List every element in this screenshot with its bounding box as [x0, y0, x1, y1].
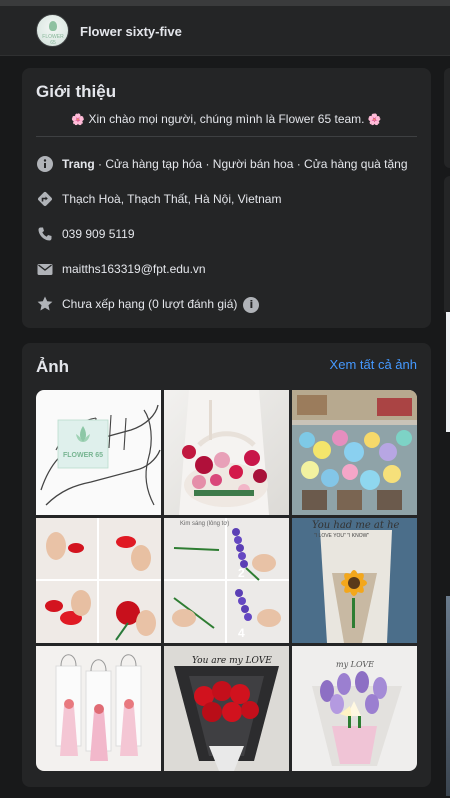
intro-title: Giới thiệu — [36, 82, 117, 101]
star-icon — [37, 296, 53, 311]
lavender-making-image — [164, 518, 289, 643]
category-row: Trang · Cửa hàng tạp hóa · Người bán hoa… — [36, 154, 421, 174]
category-prefix: Trang — [62, 157, 95, 171]
rating-row: Chưa xếp hạng (0 lượt đánh giá) i — [36, 294, 421, 314]
rating-text: Chưa xếp hạng (0 lượt đánh giá) — [62, 297, 238, 312]
adjacent-card — [444, 68, 450, 168]
intro-greeting: 🌸 Xin chào mọi người, chúng mình là Flow… — [22, 112, 431, 126]
gift-bags-image — [55, 654, 142, 761]
photo-tile[interactable] — [164, 390, 289, 515]
adjacent-image — [446, 596, 450, 796]
address-row[interactable]: Thạch Hoà, Thạch Thất, Hà Nội, Vietnam — [36, 189, 421, 209]
greeting-text: Xin chào mọi người, chúng mình là Flower… — [88, 112, 365, 126]
photo-label: my LOVE — [336, 660, 374, 669]
photo-tile[interactable]: You had me at he "I LOVE YOU" "I KNOW" — [292, 518, 417, 643]
photos-card: Ảnh Xem tất cả ảnh FLOWER 65 Kim sáng (l… — [22, 343, 431, 787]
photo-tile[interactable]: You are my LOVE — [164, 646, 289, 771]
photo-label: You are my LOVE — [192, 656, 272, 666]
step-number: 4 — [238, 626, 245, 640]
phone-icon — [38, 227, 52, 241]
photo-tile[interactable] — [292, 390, 417, 515]
adjacent-image — [446, 312, 450, 432]
flower-emoji: 🌸 — [71, 114, 86, 126]
photo-tile[interactable] — [36, 518, 161, 643]
info-small-icon[interactable]: i — [243, 297, 260, 313]
photo-tile[interactable]: Kim sáng (lông tơ) 2 4 — [164, 518, 289, 643]
photos-title: Ảnh — [36, 357, 70, 376]
adjacent-card — [444, 176, 450, 316]
rating-text-wrap: Chưa xếp hạng (0 lượt đánh giá) i — [62, 297, 260, 313]
page-avatar[interactable]: FLOWER 65 — [36, 14, 69, 47]
page-name[interactable]: Flower sixty-five — [80, 24, 182, 39]
see-all-photos-link[interactable]: Xem tất cả ảnh — [330, 357, 417, 372]
step-number: 2 — [238, 566, 245, 580]
flower-basket-image — [179, 390, 269, 515]
photo-tile[interactable] — [36, 646, 161, 771]
petal-making-image — [36, 518, 161, 643]
photo-label: You had me at he — [312, 520, 400, 531]
mail-icon — [37, 264, 53, 275]
phone-text: 039 909 5119 — [62, 227, 135, 241]
photo-label: Kim sáng (lông tơ) — [180, 521, 230, 527]
email-text: maitths163319@fpt.edu.vn — [62, 262, 206, 276]
photo-tile[interactable]: FLOWER 65 — [36, 390, 161, 515]
flower-shop-image — [292, 390, 417, 515]
photo-label: FLOWER 65 — [62, 452, 104, 459]
phone-row[interactable]: 039 909 5119 — [36, 224, 421, 244]
category-list: · Cửa hàng tạp hóa · Người bán hoa · Cửa… — [94, 157, 408, 171]
photo-grid: FLOWER 65 Kim sáng (lông tơ) 2 4 You had… — [36, 390, 417, 771]
email-row[interactable]: maitths163319@fpt.edu.vn — [36, 259, 421, 279]
avatar-text: FLOWER 65 — [42, 34, 64, 46]
photo-tile[interactable]: my LOVE — [292, 646, 417, 771]
leaf-logo-icon — [49, 21, 57, 31]
address-text: Thạch Hoà, Thạch Thất, Hà Nội, Vietnam — [62, 192, 282, 206]
divider — [36, 136, 417, 137]
info-icon — [37, 156, 53, 172]
directions-icon — [38, 192, 52, 206]
category-text: Trang · Cửa hàng tạp hóa · Người bán hoa… — [62, 157, 408, 171]
page-header: FLOWER 65 Flower sixty-five — [0, 6, 450, 56]
flower-emoji: 🌸 — [367, 114, 382, 126]
adjacent-column-edge — [443, 56, 450, 798]
intro-card: Giới thiệu 🌸 Xin chào mọi người, chúng m… — [22, 68, 431, 328]
photo-sublabel: "I LOVE YOU" "I KNOW" — [314, 533, 370, 539]
